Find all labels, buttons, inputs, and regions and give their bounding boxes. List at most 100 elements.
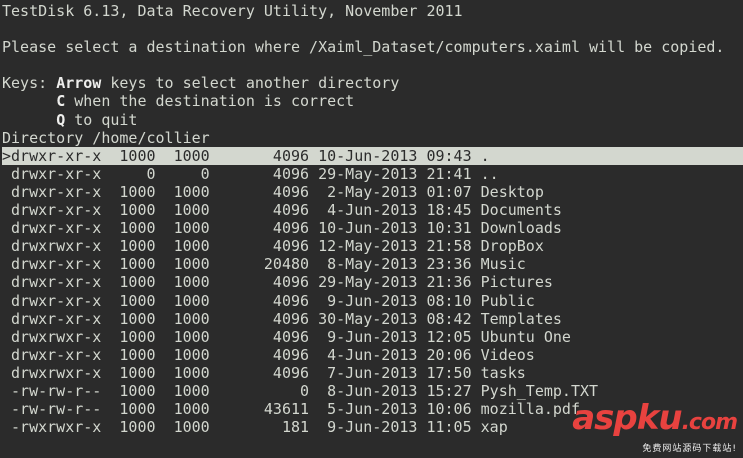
entry-size: 20480 bbox=[218, 255, 310, 274]
entry-name: Pictures bbox=[480, 273, 553, 292]
entry-uid: 1000 bbox=[110, 291, 156, 310]
directory-entry-row[interactable]: -rw-rw-r-- 1000 1000 43611 5-Jun-2013 10… bbox=[2, 400, 743, 418]
entry-uid: 1000 bbox=[110, 201, 156, 220]
column-gap bbox=[210, 382, 219, 400]
column-gap bbox=[210, 364, 219, 382]
entry-name: . bbox=[480, 146, 490, 165]
column-gap bbox=[210, 346, 219, 364]
directory-entry-row[interactable]: drwxr-xr-x 1000 1000 4096 10-Jun-2013 10… bbox=[2, 219, 743, 237]
entry-name: Desktop bbox=[480, 182, 544, 201]
terminal-screen: TestDisk 6.13, Data Recovery Utility, No… bbox=[2, 2, 743, 436]
entry-date: 10-Jun-2013 bbox=[318, 219, 418, 238]
column-gap bbox=[309, 364, 318, 382]
column-gap bbox=[210, 273, 219, 291]
column-gap bbox=[156, 346, 165, 364]
entry-size: 4096 bbox=[218, 201, 310, 220]
column-gap bbox=[156, 183, 165, 201]
directory-list: > drwxr-xr-x 1000 1000 4096 10-Jun-2013 0… bbox=[2, 146, 743, 437]
entry-permissions: drwxr-xr-x bbox=[11, 291, 102, 310]
column-gap bbox=[156, 237, 165, 255]
entry-uid: 1000 bbox=[110, 237, 156, 256]
entry-uid: 0 bbox=[110, 164, 156, 183]
entry-name: Ubuntu One bbox=[480, 327, 571, 346]
column-gap bbox=[156, 201, 165, 219]
entry-uid: 1000 bbox=[110, 418, 156, 437]
directory-entry-row[interactable]: drwxrwxr-x 1000 1000 4096 12-May-2013 21… bbox=[2, 237, 743, 255]
key-q-desc: to quit bbox=[65, 110, 138, 129]
entry-cursor bbox=[2, 382, 11, 400]
directory-entry-row[interactable]: -rwxrwxr-x 1000 1000 181 9-Jun-2013 11:0… bbox=[2, 418, 743, 436]
entry-time: 08:10 bbox=[426, 291, 472, 310]
column-gap bbox=[309, 165, 318, 183]
column-gap bbox=[156, 147, 165, 165]
entry-gid: 1000 bbox=[164, 400, 210, 419]
entry-size: 4096 bbox=[218, 327, 310, 346]
key-q: Q bbox=[56, 110, 66, 129]
entry-uid: 1000 bbox=[110, 219, 156, 238]
column-gap bbox=[210, 310, 219, 328]
entry-date: 2-May-2013 bbox=[318, 182, 418, 201]
column-gap bbox=[156, 255, 165, 273]
entry-name: Pysh_Temp.TXT bbox=[480, 381, 599, 400]
entry-date: 9-Jun-2013 bbox=[318, 327, 418, 346]
entry-name: tasks bbox=[480, 363, 526, 382]
entry-permissions: drwxrwxr-x bbox=[11, 237, 102, 256]
entry-cursor bbox=[2, 273, 11, 291]
entry-time: 01:07 bbox=[426, 182, 472, 201]
directory-entry-row[interactable]: drwxr-xr-x 1000 1000 4096 2-May-2013 01:… bbox=[2, 183, 743, 201]
entry-cursor bbox=[2, 201, 11, 219]
entry-gid: 1000 bbox=[164, 327, 210, 346]
column-gap bbox=[210, 418, 219, 436]
column-gap bbox=[210, 255, 219, 273]
column-gap bbox=[309, 201, 318, 219]
column-gap bbox=[472, 418, 481, 436]
entry-size: 4096 bbox=[218, 309, 310, 328]
entry-gid: 1000 bbox=[164, 182, 210, 201]
entry-gid: 1000 bbox=[164, 418, 210, 437]
column-gap bbox=[210, 219, 219, 237]
entry-permissions: drwxr-xr-x bbox=[11, 219, 102, 238]
column-gap bbox=[156, 364, 165, 382]
directory-entry-row[interactable]: drwxr-xr-x 0 0 4096 29-May-2013 21:41 .. bbox=[2, 165, 743, 183]
entry-gid: 1000 bbox=[164, 237, 210, 256]
entry-cursor bbox=[2, 219, 11, 237]
directory-entry-row[interactable]: drwxr-xr-x 1000 1000 4096 4-Jun-2013 18:… bbox=[2, 201, 743, 219]
directory-entry-row[interactable]: drwxrwxr-x 1000 1000 4096 9-Jun-2013 12:… bbox=[2, 328, 743, 346]
column-gap bbox=[472, 273, 481, 291]
entry-date: 10-Jun-2013 bbox=[318, 146, 418, 165]
directory-entry-row[interactable]: >drwxr-xr-x 1000 1000 4096 10-Jun-2013 0… bbox=[2, 146, 743, 165]
entry-date: 9-Jun-2013 bbox=[318, 291, 418, 310]
column-gap bbox=[156, 382, 165, 400]
watermark-tagline: 免费网站源码下载站! bbox=[642, 444, 737, 454]
column-gap bbox=[472, 165, 481, 183]
column-gap bbox=[156, 418, 165, 436]
entry-cursor bbox=[2, 165, 11, 183]
entry-name: mozilla.pdf bbox=[480, 400, 580, 419]
directory-entry-row[interactable]: drwxrwxr-x 1000 1000 4096 7-Jun-2013 17:… bbox=[2, 364, 743, 382]
entry-size: 181 bbox=[218, 418, 310, 437]
entry-cursor bbox=[2, 310, 11, 328]
column-gap bbox=[156, 165, 165, 183]
column-gap bbox=[210, 237, 219, 255]
entry-name: Documents bbox=[480, 201, 562, 220]
directory-entry-row[interactable]: -rw-rw-r-- 1000 1000 0 8-Jun-2013 15:27 … bbox=[2, 382, 743, 400]
directory-entry-row[interactable]: drwxr-xr-x 1000 1000 4096 4-Jun-2013 20:… bbox=[2, 346, 743, 364]
entry-permissions: drwxr-xr-x bbox=[11, 255, 102, 274]
directory-entry-row[interactable]: drwxr-xr-x 1000 1000 4096 29-May-2013 21… bbox=[2, 273, 743, 291]
column-gap bbox=[472, 255, 481, 273]
entry-uid: 1000 bbox=[110, 182, 156, 201]
column-gap bbox=[309, 346, 318, 364]
entry-cursor: > bbox=[2, 146, 12, 165]
column-gap bbox=[309, 255, 318, 273]
entry-time: 11:05 bbox=[426, 418, 472, 437]
entry-date: 9-Jun-2013 bbox=[318, 418, 418, 437]
directory-entry-row[interactable]: drwxr-xr-x 1000 1000 20480 8-May-2013 23… bbox=[2, 255, 743, 273]
directory-entry-row[interactable]: drwxr-xr-x 1000 1000 4096 30-May-2013 08… bbox=[2, 310, 743, 328]
entry-time: 18:45 bbox=[426, 201, 472, 220]
entry-size: 4096 bbox=[218, 345, 310, 364]
entry-permissions: -rwxrwxr-x bbox=[11, 418, 102, 437]
entry-time: 15:27 bbox=[426, 381, 472, 400]
entry-date: 8-May-2013 bbox=[318, 255, 418, 274]
directory-entry-row[interactable]: drwxr-xr-x 1000 1000 4096 9-Jun-2013 08:… bbox=[2, 292, 743, 310]
